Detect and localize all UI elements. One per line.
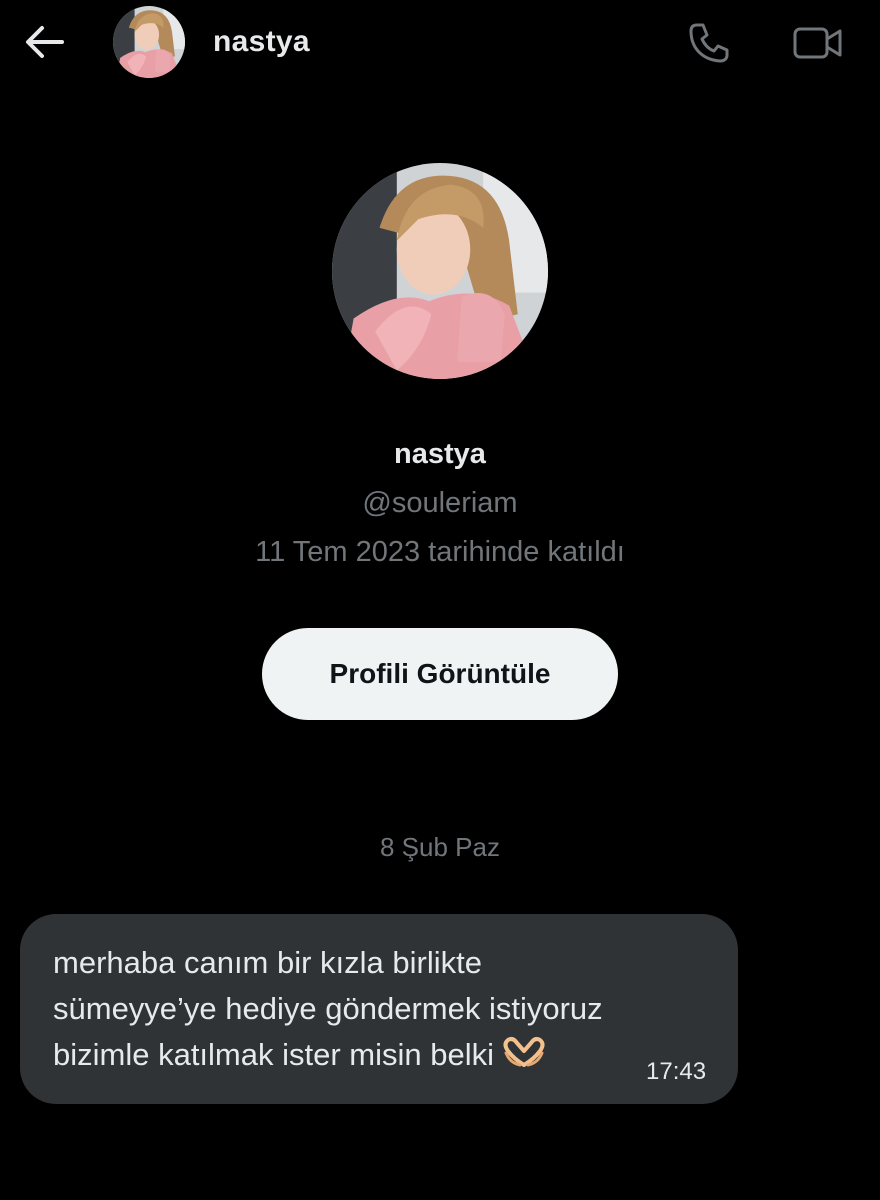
call-button[interactable] — [682, 16, 736, 70]
message-time: 17:43 — [646, 1058, 707, 1085]
view-profile-button[interactable]: Profili Görüntüle — [262, 628, 618, 720]
profile-handle: @souleriam — [362, 487, 518, 519]
heart-hands-emoji — [502, 1035, 546, 1082]
message-line-text: bizimle katılmak ister misin belki — [53, 1037, 494, 1072]
message-line-last: bizimle katılmak ister misin belki — [53, 1032, 713, 1082]
date-separator: 8 Şub Paz — [380, 832, 500, 862]
video-camera-icon — [793, 27, 842, 59]
back-button[interactable] — [20, 20, 68, 64]
message-text: merhaba canım bir kızla birlikte sümeyye… — [53, 940, 713, 1082]
video-call-button[interactable] — [788, 16, 848, 70]
phone-icon — [689, 23, 729, 63]
joined-date: 11 Tem 2023 tarihinde katıldı — [255, 536, 625, 568]
header-name[interactable]: nastya — [213, 25, 310, 59]
message-line: merhaba canım bir kızla birlikte — [53, 945, 482, 980]
message-line: sümeyye’ye hediye göndermek istiyoruz — [53, 991, 603, 1026]
arrow-left-icon — [26, 26, 64, 58]
message-bubble[interactable]: merhaba canım bir kızla birlikte sümeyye… — [20, 914, 738, 1104]
header-avatar[interactable] — [113, 6, 185, 78]
profile-name: nastya — [394, 438, 486, 470]
profile-avatar[interactable] — [332, 163, 548, 379]
conversation-header: nastya — [0, 0, 880, 90]
